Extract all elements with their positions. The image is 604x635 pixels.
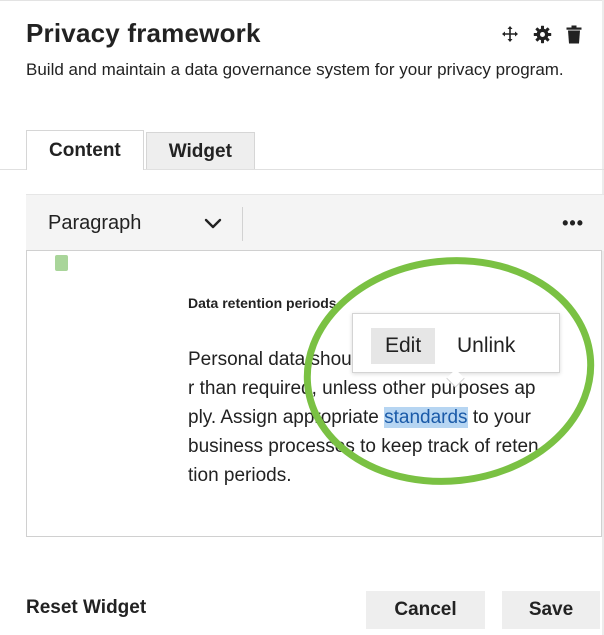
widget-title: Privacy framework xyxy=(26,18,261,48)
line-text: r than required, unless other purposes a… xyxy=(188,378,536,399)
rich-text-editor[interactable]: Data retention periods Personal data sho… xyxy=(26,250,602,537)
paragraph-line: business processes to keep track of rete… xyxy=(188,432,578,461)
move-icon[interactable] xyxy=(500,24,520,44)
reset-widget-link[interactable]: Reset Widget xyxy=(26,597,146,619)
unlink-button[interactable]: Unlink xyxy=(457,328,515,364)
header-actions xyxy=(500,24,584,44)
tab-widget[interactable]: Widget xyxy=(145,132,255,170)
chevron-down-icon xyxy=(204,213,222,236)
gear-icon[interactable] xyxy=(532,24,552,44)
line-text: tion periods. xyxy=(188,465,292,486)
cancel-button[interactable]: Cancel xyxy=(366,591,485,629)
line-text: to your xyxy=(467,407,531,428)
more-options-button[interactable]: ••• xyxy=(562,213,584,234)
save-button[interactable]: Save xyxy=(502,591,600,629)
block-format-value: Paragraph xyxy=(48,211,142,234)
tab-bar: Content Widget xyxy=(26,130,255,170)
editor-toolbar: Paragraph ••• xyxy=(26,194,604,251)
paragraph-line: r than required, unless other purposes a… xyxy=(188,374,578,403)
selected-link[interactable]: standards xyxy=(384,407,468,428)
widget-description: Build and maintain a data governance sys… xyxy=(26,60,564,79)
toolbar-divider xyxy=(242,207,243,241)
line-text: ply. Assign appropriate xyxy=(188,407,385,428)
line-text: business processes to keep track of rete… xyxy=(188,436,539,457)
link-context-popup: Edit Unlink xyxy=(352,313,560,388)
paragraph-line: tion periods. xyxy=(188,461,578,490)
edit-link-button[interactable]: Edit xyxy=(371,328,436,364)
trash-icon[interactable] xyxy=(564,24,584,44)
tab-content[interactable]: Content xyxy=(26,130,144,170)
paragraph-line: ply. Assign appropriate standards to you… xyxy=(188,403,578,432)
document-heading: Data retention periods xyxy=(188,295,337,311)
block-format-dropdown[interactable]: Paragraph xyxy=(48,195,244,251)
widget-editor-panel: Privacy framework Build and maintain a d… xyxy=(0,0,604,635)
block-drag-handle[interactable] xyxy=(55,255,68,271)
panel-top-border xyxy=(0,0,604,1)
